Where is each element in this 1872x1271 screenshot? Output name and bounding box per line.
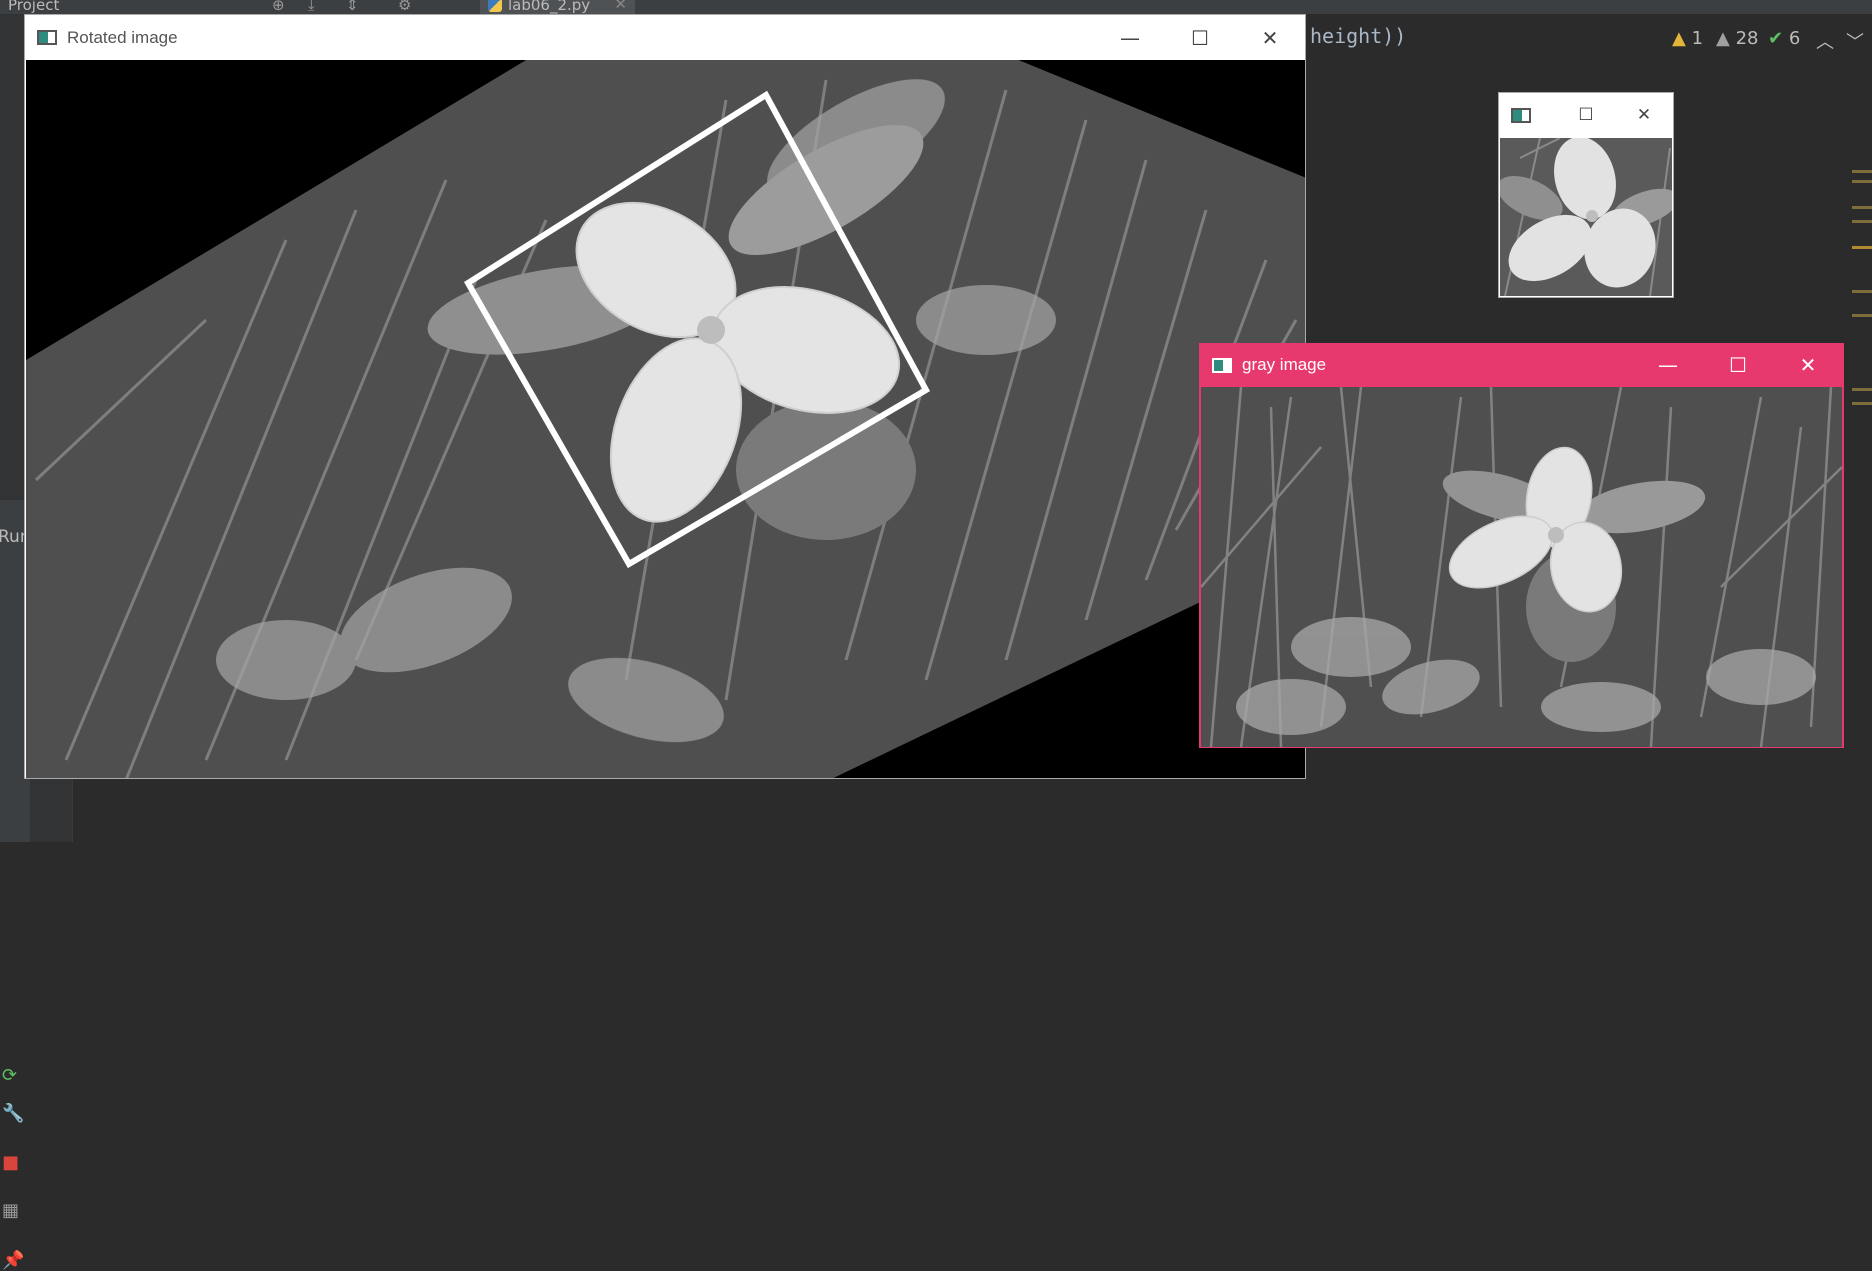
- maximize-button[interactable]: ☐: [1557, 93, 1615, 137]
- file-tab-label: lab06_2.py: [508, 0, 591, 14]
- rerun-icon[interactable]: ⟳: [2, 1065, 17, 1086]
- download-icon[interactable]: ⤓: [308, 0, 315, 14]
- chevron-up-icon[interactable]: ︿: [1816, 28, 1834, 54]
- maximize-button[interactable]: ☐: [1165, 15, 1235, 60]
- chevron-down-icon[interactable]: ﹀: [1846, 28, 1864, 54]
- app-icon: [1511, 107, 1531, 123]
- close-button[interactable]: ✕: [1773, 344, 1843, 386]
- pin-icon[interactable]: 📌: [2, 1250, 24, 1271]
- maximize-button[interactable]: ☐: [1703, 344, 1773, 386]
- rotated-image-window[interactable]: Rotated image — ☐ ✕: [24, 14, 1306, 779]
- weak-warning-count[interactable]: ▲ 28: [1716, 28, 1758, 49]
- gray-image-window[interactable]: gray image — ☐ ✕: [1199, 343, 1844, 748]
- close-button[interactable]: ✕: [1615, 93, 1673, 137]
- target-icon[interactable]: ⊕: [272, 0, 285, 14]
- window-title: gray image: [1242, 355, 1327, 374]
- ide-toolbar: Project ⊕ ⤓ ⇕ ⚙ lab06_2.py ✕: [0, 0, 1872, 14]
- close-tab-icon[interactable]: ✕: [614, 0, 627, 13]
- app-icon: [37, 30, 57, 45]
- project-label[interactable]: Project: [8, 0, 59, 14]
- app-icon: [1212, 357, 1232, 373]
- weak-warning-icon: ▲: [1716, 28, 1730, 49]
- check-icon: ✔: [1768, 28, 1784, 49]
- collapse-icon[interactable]: ⇕: [346, 0, 359, 14]
- wrench-icon[interactable]: 🔧: [2, 1103, 24, 1124]
- window-title-bar[interactable]: gray image — ☐ ✕: [1200, 344, 1843, 386]
- rotated-image-canvas[interactable]: [26, 60, 1305, 778]
- minimize-button[interactable]: —: [1095, 15, 1165, 60]
- window-title-bar[interactable]: ☐ ✕: [1499, 93, 1673, 137]
- cropped-flower-photo: [1500, 138, 1672, 296]
- gear-icon[interactable]: ⚙: [398, 0, 411, 14]
- warning-count[interactable]: ▲ 1: [1672, 28, 1703, 49]
- window-title-bar[interactable]: Rotated image — ☐ ✕: [25, 15, 1305, 60]
- typo-count[interactable]: ✔ 6: [1768, 28, 1800, 49]
- minimize-button[interactable]: —: [1633, 344, 1703, 386]
- layout-icon[interactable]: ▦: [2, 1200, 19, 1221]
- rotated-photo: [26, 60, 1305, 778]
- code-line: height)): [1310, 24, 1407, 48]
- close-button[interactable]: ✕: [1235, 15, 1305, 60]
- window-title: Rotated image: [67, 27, 178, 47]
- stop-icon[interactable]: ■: [2, 1152, 19, 1173]
- scrollbar-markers[interactable]: [1850, 170, 1872, 450]
- gray-photo: [1201, 387, 1842, 747]
- small-image-window[interactable]: ☐ ✕: [1498, 92, 1674, 298]
- warning-icon: ▲: [1672, 28, 1686, 49]
- python-file-icon: [488, 0, 502, 12]
- gray-image-canvas[interactable]: [1201, 387, 1842, 747]
- file-tab[interactable]: lab06_2.py ✕: [480, 0, 635, 14]
- small-image-canvas[interactable]: [1500, 138, 1672, 296]
